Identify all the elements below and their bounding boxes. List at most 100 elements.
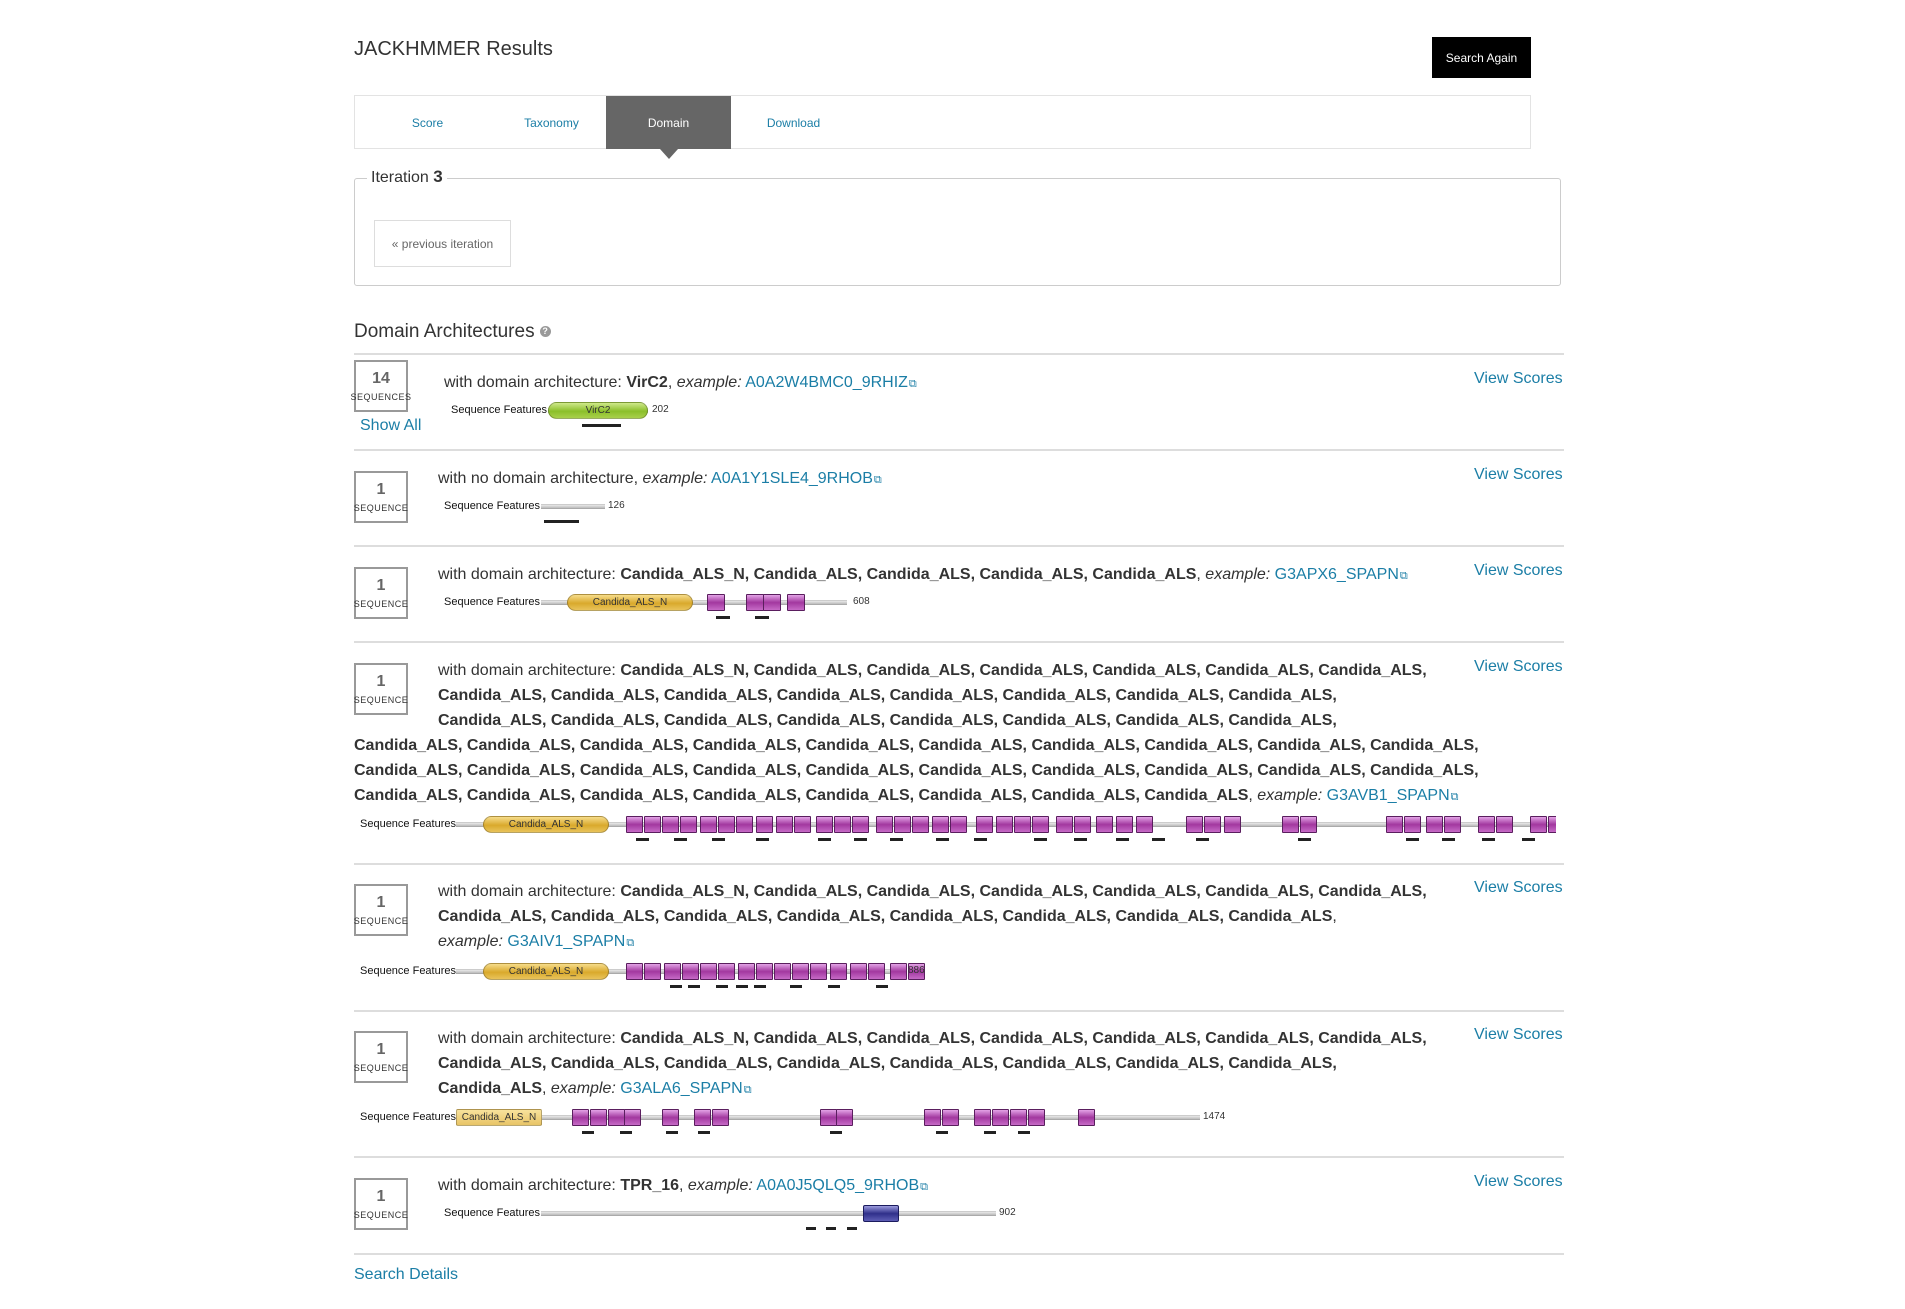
domain-candida-als[interactable] — [624, 1109, 641, 1126]
previous-iteration-button[interactable]: « previous iteration — [374, 220, 511, 267]
example-link[interactable]: G3AVB1_SPAPN — [1327, 787, 1450, 804]
domain-candida-als[interactable] — [932, 816, 949, 833]
domain-candida-als[interactable] — [662, 1109, 679, 1126]
view-scores-link[interactable]: View Scores — [1474, 370, 1563, 388]
domain-candida-als[interactable] — [1530, 816, 1547, 833]
domain-candida-als[interactable] — [787, 594, 805, 611]
domain-candida-als[interactable] — [1404, 816, 1421, 833]
example-link[interactable]: A0A1Y1SLE4_9RHOB — [711, 470, 873, 487]
domain-graphic[interactable]: Candida_ALS_N — [456, 1108, 1206, 1138]
domain-candida-als[interactable] — [763, 594, 781, 611]
domain-candida-als[interactable] — [1426, 816, 1443, 833]
domain-candida-als[interactable] — [776, 816, 793, 833]
domain-candida-als[interactable] — [694, 1109, 711, 1126]
example-link[interactable]: G3AIV1_SPAPN — [507, 933, 625, 950]
example-link[interactable]: A0A0J5QLQ5_9RHOB — [756, 1177, 919, 1194]
domain-candida-als[interactable] — [718, 963, 735, 980]
domain-candida-als[interactable] — [836, 1109, 853, 1126]
view-scores-link[interactable]: View Scores — [1474, 1026, 1563, 1044]
domain-candida-als[interactable] — [1300, 816, 1317, 833]
domain-candida-als-n[interactable]: Candida_ALS_N — [483, 963, 609, 980]
domain-candida-als[interactable] — [868, 963, 885, 980]
view-scores-link[interactable]: View Scores — [1474, 658, 1563, 676]
domain-candida-als[interactable] — [644, 816, 661, 833]
domain-candida-als[interactable] — [1096, 816, 1113, 833]
domain-candida-als[interactable] — [1496, 816, 1513, 833]
domain-candida-als[interactable] — [810, 963, 827, 980]
domain-candida-als[interactable] — [950, 816, 967, 833]
domain-candida-als[interactable] — [1186, 816, 1203, 833]
domain-candida-als[interactable] — [774, 963, 791, 980]
domain-candida-als[interactable] — [626, 816, 643, 833]
domain-candida-als[interactable] — [852, 816, 869, 833]
domain-candida-als[interactable] — [1078, 1109, 1095, 1126]
domain-candida-als-n[interactable]: Candida_ALS_N — [456, 1109, 542, 1126]
domain-candida-als[interactable] — [1056, 816, 1073, 833]
domain-candida-als[interactable] — [712, 1109, 729, 1126]
view-scores-link[interactable]: View Scores — [1474, 879, 1563, 897]
domain-candida-als[interactable] — [976, 816, 993, 833]
domain-candida-als[interactable] — [792, 963, 809, 980]
domain-candida-als[interactable] — [662, 816, 679, 833]
example-link[interactable]: A0A2W4BMC0_9RHIZ — [745, 374, 908, 391]
tab-download[interactable]: Download — [731, 96, 856, 149]
domain-candida-als[interactable] — [794, 816, 811, 833]
example-link[interactable]: G3ALA6_SPAPN — [620, 1080, 742, 1097]
domain-candida-als[interactable] — [664, 963, 681, 980]
view-scores-link[interactable]: View Scores — [1474, 466, 1563, 484]
domain-candida-als[interactable] — [974, 1109, 991, 1126]
domain-candida-als[interactable] — [830, 963, 847, 980]
tab-score[interactable]: Score — [365, 96, 490, 149]
domain-graphic[interactable]: Candida_ALS_N — [541, 593, 851, 623]
domain-candida-als[interactable] — [682, 963, 699, 980]
domain-candida-als[interactable] — [756, 963, 773, 980]
domain-candida-als[interactable] — [850, 963, 867, 980]
domain-candida-als[interactable] — [816, 816, 833, 833]
domain-candida-als[interactable] — [1478, 816, 1495, 833]
tab-taxonomy[interactable]: Taxonomy — [489, 96, 614, 149]
domain-candida-als[interactable] — [912, 816, 929, 833]
domain-candida-als[interactable] — [1010, 1109, 1027, 1126]
domain-candida-als[interactable] — [820, 1109, 837, 1126]
domain-graphic[interactable] — [541, 1204, 1001, 1234]
domain-candida-als[interactable] — [746, 594, 764, 611]
domain-candida-als[interactable] — [680, 816, 697, 833]
show-all-link[interactable]: Show All — [360, 417, 421, 435]
domain-candida-als[interactable] — [572, 1109, 589, 1126]
domain-candida-als[interactable] — [626, 963, 643, 980]
search-details-link[interactable]: Search Details — [354, 1266, 458, 1284]
domain-candida-als[interactable] — [707, 594, 725, 611]
domain-candida-als[interactable] — [700, 816, 717, 833]
domain-candida-als[interactable] — [1204, 816, 1221, 833]
domain-graphic[interactable]: Candida_ALS_N — [456, 962, 925, 992]
domain-candida-als[interactable] — [1032, 816, 1049, 833]
domain-graphic[interactable]: Candida_ALS_N — [456, 815, 1556, 845]
domain-candida-als-n[interactable]: Candida_ALS_N — [567, 594, 693, 611]
domain-candida-als[interactable] — [738, 963, 755, 980]
domain-candida-als[interactable] — [876, 816, 893, 833]
domain-candida-als[interactable] — [1548, 816, 1556, 833]
domain-candida-als[interactable] — [608, 1109, 625, 1126]
domain-candida-als[interactable] — [942, 1109, 959, 1126]
domain-candida-als[interactable] — [996, 816, 1013, 833]
view-scores-link[interactable]: View Scores — [1474, 1173, 1563, 1191]
domain-graphic[interactable] — [541, 497, 611, 527]
domain-candida-als[interactable] — [1282, 816, 1299, 833]
domain-candida-als[interactable] — [1224, 816, 1241, 833]
domain-candida-als[interactable] — [756, 816, 773, 833]
domain-candida-als[interactable] — [992, 1109, 1009, 1126]
domain-candida-als[interactable] — [736, 816, 753, 833]
domain-candida-als[interactable] — [924, 1109, 941, 1126]
domain-candida-als[interactable] — [644, 963, 661, 980]
domain-candida-als[interactable] — [1014, 816, 1031, 833]
domain-candida-als[interactable] — [1074, 816, 1091, 833]
domain-graphic[interactable]: VirC2 — [548, 401, 668, 431]
domain-candida-als[interactable] — [700, 963, 717, 980]
domain-candida-als[interactable] — [1116, 816, 1133, 833]
question-circle-icon[interactable]: ? — [539, 326, 551, 338]
view-scores-link[interactable]: View Scores — [1474, 562, 1563, 580]
domain-candida-als[interactable] — [1444, 816, 1461, 833]
domain-candida-als[interactable] — [718, 816, 735, 833]
domain-candida-als[interactable] — [834, 816, 851, 833]
tab-domain[interactable]: Domain — [606, 96, 731, 159]
